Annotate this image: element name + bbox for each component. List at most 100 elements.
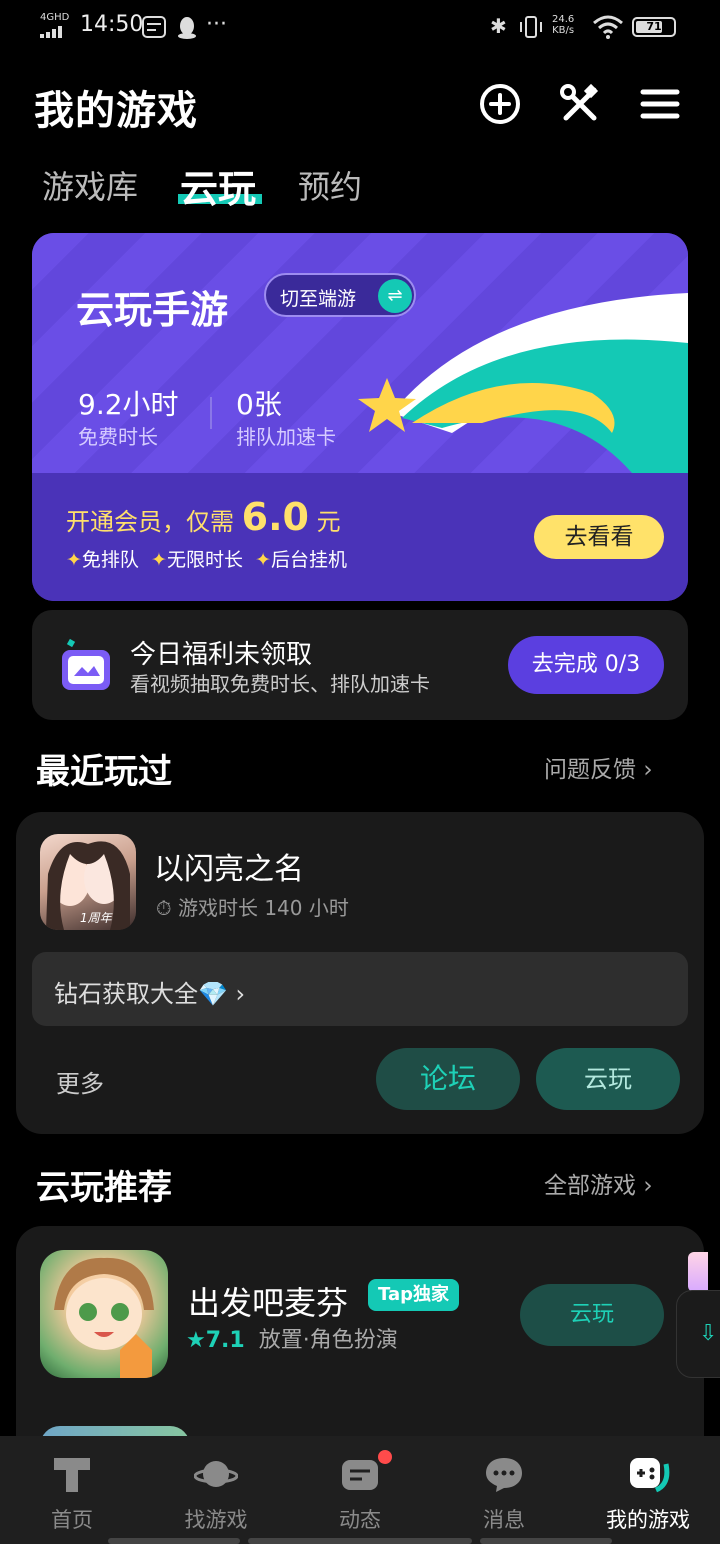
recommend-section-title: 云玩推荐 [36, 1168, 172, 1208]
diamond-guide-label: 钻石获取大全💎 [54, 980, 228, 1008]
stat-divider [210, 397, 212, 429]
chevron-right-icon: › [235, 980, 246, 1008]
bluetooth-icon: ✱ [490, 14, 507, 38]
nav-messages[interactable]: 消息 [432, 1436, 576, 1544]
nav-find-games-label: 找游戏 [184, 1508, 248, 1532]
perk-background-run: 后台挂机 [270, 549, 347, 571]
nav-home-label: 首页 [51, 1508, 93, 1532]
tools-icon[interactable] [558, 82, 602, 126]
planet-icon [194, 1461, 238, 1487]
notification-dot [378, 1450, 392, 1464]
tab-cloud-play[interactable]: 云玩 [180, 158, 256, 213]
welfare-subtitle: 看视频抽取免费时长、排队加速卡 [130, 672, 430, 696]
star-icon: ✦ [66, 549, 82, 571]
game-playtime: ⏱ 游戏时长 140 小时 [156, 892, 349, 921]
go-look-button[interactable]: 去看看 [534, 515, 664, 559]
menu-icon[interactable] [638, 82, 682, 126]
member-price: 6.0 [241, 495, 309, 539]
more-notifications-icon: ··· [206, 12, 227, 37]
free-time-label: 免费时长 [78, 425, 158, 449]
floating-download-button[interactable]: ⇩ [676, 1290, 720, 1378]
recent-section-title: 最近玩过 [36, 752, 172, 792]
recommend-cloud-play-button[interactable]: 云玩 [520, 1284, 664, 1346]
playtime-text: 游戏时长 140 小时 [177, 896, 349, 920]
queue-card-value: 0张 [236, 388, 282, 421]
rating-score: 7.1 [205, 1328, 245, 1353]
nav-my-games[interactable]: 我的游戏 [576, 1436, 720, 1544]
chevron-right-icon: › [643, 757, 653, 783]
wifi-icon [593, 15, 623, 39]
nav-find-games[interactable]: 找游戏 [144, 1436, 288, 1544]
all-games-link[interactable]: 全部游戏 › [544, 1166, 653, 1200]
game-name: 以闪亮之名 [154, 852, 304, 887]
member-prefix: 开通会员，仅需 [66, 508, 234, 536]
star-icon: ✦ [151, 549, 167, 571]
cloud-play-button[interactable]: 云玩 [536, 1048, 680, 1110]
carousel-peek-avatar [688, 1252, 708, 1292]
net-speed-value: 24.6 [552, 14, 575, 25]
scroll-indicator [108, 1538, 612, 1544]
chat-bubble-icon [486, 1458, 522, 1492]
recommend-game-meta: ★7.1 放置·角色扮演 [186, 1322, 398, 1354]
stopwatch-icon: ⏱ [156, 896, 172, 920]
switch-label: 切至端游 [280, 288, 357, 310]
recommend-game-avatar[interactable] [40, 1250, 168, 1378]
recommend-game-name: 出发吧麦芬 [188, 1284, 349, 1322]
promo-title: 云玩手游 [76, 288, 229, 332]
swap-arrows-icon: ⇌ [378, 279, 412, 313]
net-speed: 24.6 KB/s [552, 14, 574, 36]
member-perks: ✦免排队 ✦无限时长 ✦后台挂机 [66, 545, 347, 572]
free-time-value: 9.2小时 [78, 388, 179, 421]
nav-home[interactable]: 首页 [0, 1436, 144, 1544]
perk-no-queue: 免排队 [81, 549, 139, 571]
bottom-navigation: 首页 找游戏 动态 消息 我的游戏 [0, 1436, 720, 1544]
status-bar: 4GHD 14:50 ··· ✱ 24.6 KB/s 71 [0, 0, 720, 56]
star-icon: ★ [186, 1328, 206, 1353]
battery-icon: 71 [632, 17, 676, 37]
game-avatar[interactable]: 1周年 [40, 834, 136, 930]
diamond-guide-banner[interactable]: 钻石获取大全💎 › [32, 952, 688, 1026]
nav-feed-label: 动态 [339, 1508, 381, 1532]
add-circle-icon[interactable] [478, 82, 522, 126]
game-art-icon [54, 1257, 154, 1378]
welfare-title: 今日福利未领取 [130, 640, 313, 670]
nav-feed[interactable]: 动态 [288, 1436, 432, 1544]
recent-game-card[interactable]: 1周年 以闪亮之名 ⏱ 游戏时长 140 小时 钻石获取大全💎 › 更多 论坛 … [16, 812, 704, 1134]
tap-exclusive-badge: Tap独家 [368, 1279, 459, 1311]
member-unit: 元 [316, 508, 341, 536]
anniversary-badge: 1周年 [80, 911, 112, 925]
tap-logo-icon [54, 1458, 90, 1492]
cloud-play-promo-card: 云玩手游 切至端游 ⇌ 9.2小时 免费时长 0张 排队加速卡 开通会员，仅需 … [32, 233, 688, 601]
queue-card-label: 排队加速卡 [236, 425, 336, 449]
clock: 14:50 [80, 12, 144, 37]
download-icon: ⇩ [699, 1321, 718, 1346]
perk-unlimited-time: 无限时长 [166, 549, 243, 571]
page-title: 我的游戏 [34, 88, 198, 134]
more-button[interactable]: 更多 [56, 1064, 104, 1099]
video-gift-icon [62, 638, 110, 690]
signal-icon [40, 26, 62, 38]
feedback-link[interactable]: 问题反馈 › [544, 750, 653, 784]
complete-task-button[interactable]: 去完成 0/3 [508, 636, 664, 694]
all-games-label: 全部游戏 [544, 1173, 636, 1199]
chevron-right-icon: › [643, 1173, 653, 1199]
daily-welfare-card[interactable]: 今日福利未领取 看视频抽取免费时长、排队加速卡 去完成 0/3 [32, 610, 688, 720]
nav-messages-label: 消息 [483, 1508, 525, 1532]
diamond-guide-text: 钻石获取大全💎 › [54, 974, 245, 1009]
feedback-label: 问题反馈 [544, 757, 636, 783]
battery-level: 71 [646, 20, 662, 33]
tab-reservation[interactable]: 预约 [298, 162, 362, 208]
notification-app-icon [142, 16, 166, 38]
vibrate-icon [520, 16, 542, 38]
net-speed-unit: KB/s [552, 25, 575, 36]
forum-button[interactable]: 论坛 [376, 1048, 520, 1110]
game-genres: 放置·角色扮演 [258, 1328, 398, 1353]
star-icon: ✦ [255, 549, 271, 571]
tab-game-library[interactable]: 游戏库 [42, 162, 138, 208]
qq-penguin-icon [178, 17, 196, 39]
switch-to-pc-button[interactable]: 切至端游 ⇌ [264, 273, 416, 317]
member-offer-text: 开通会员，仅需 6.0 元 [66, 495, 341, 539]
gamepad-icon [630, 1458, 670, 1493]
message-card-icon [342, 1460, 378, 1490]
network-label: 4GHD [40, 12, 70, 23]
